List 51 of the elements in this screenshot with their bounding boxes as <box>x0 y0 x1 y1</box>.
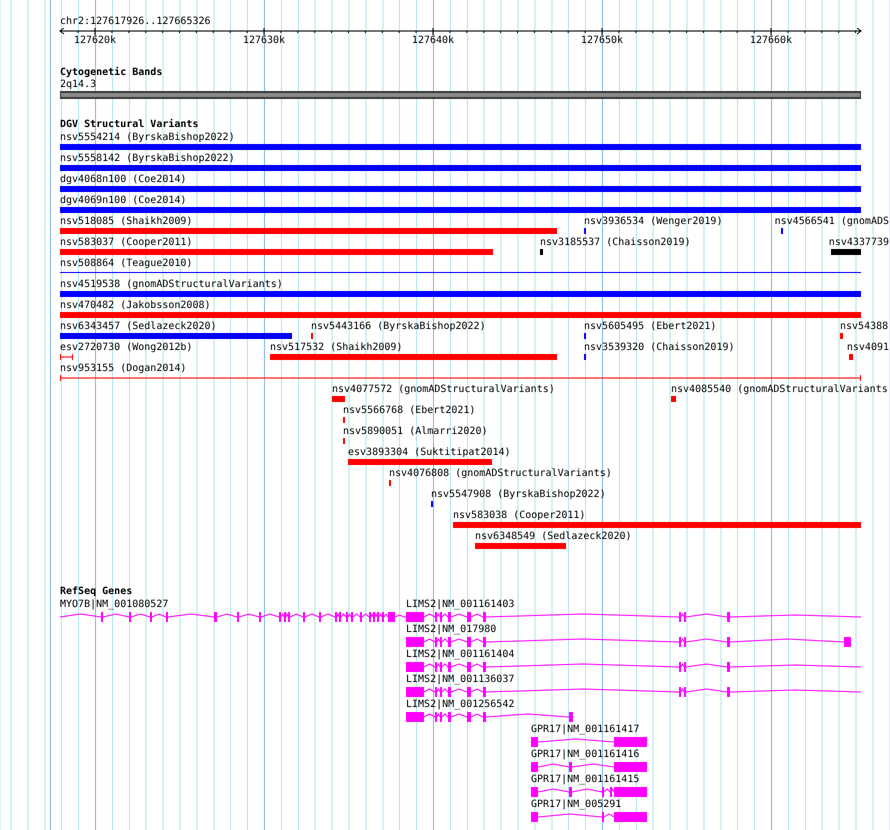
transcript-label: LIMS2|NM_001256542 <box>406 699 514 711</box>
variant-label: nsv4337739 <box>828 237 890 249</box>
variant-label: nsv4085540 (gnomADStructuralVariants <box>671 384 888 396</box>
variant-label: nsv5890051 (Almarri2020) <box>343 426 488 438</box>
variant-label: nsv508864 (Teague2010) <box>60 258 192 270</box>
location-label: chr2:127617926..127665326 <box>60 16 211 28</box>
variant-label: nsv5605495 (Ebert2021) <box>584 321 716 333</box>
transcript-label: LIMS2|NM_001161404 <box>406 649 514 661</box>
variant-label: nsv5547908 (ByrskaBishop2022) <box>431 489 606 501</box>
variant-label: nsv3936534 (Wenger2019) <box>584 216 722 228</box>
variant-label: nsv5558142 (ByrskaBishop2022) <box>60 153 235 165</box>
tick-label: 127660k <box>750 35 792 47</box>
transcript-label: GPR17|NM_001161415 <box>531 774 640 786</box>
variant-label: dgv4069n100 (Coe2014) <box>60 195 186 207</box>
variant-label: nsv5443166 (ByrskaBishop2022) <box>311 321 486 333</box>
variant-label: nsv583038 (Cooper2011) <box>453 510 586 522</box>
variant-label: nsv5566768 (Ebert2021) <box>343 405 476 417</box>
variant-label: nsv4566541 (gnomADS <box>774 216 889 228</box>
track-title: DGV Structural Variants <box>60 119 198 131</box>
variant-label: nsv470482 (Jakobsson2008) <box>60 300 211 312</box>
transcript-label: MYO7B|NM_001080527 <box>60 599 168 611</box>
transcript-label: GPR17|NM_001161416 <box>531 749 640 761</box>
variant-label: nsv4077572 (gnomADStructuralVariants) <box>332 384 555 396</box>
tick-label: 127640k <box>412 35 454 47</box>
variant-label: nsv953155 (Dogan2014) <box>60 363 186 375</box>
cytoband-label: 2q14.3 <box>60 79 96 91</box>
transcript-label: GPR17|NM_001161417 <box>531 724 640 736</box>
tick-label: 127620k <box>74 35 116 47</box>
variant-label: nsv3539320 (Chaisson2019) <box>584 342 735 354</box>
variant-label: nsv518085 (Shaikh2009) <box>60 216 192 228</box>
variant-label: nsv6343457 (Sedlazeck2020) <box>60 321 217 333</box>
track-title: Cytogenetic Bands <box>60 67 162 79</box>
track-title: RefSeq Genes <box>60 586 132 598</box>
variant-label: nsv4519538 (gnomADStructuralVariants) <box>60 279 283 291</box>
transcript-label: LIMS2|NM_017980 <box>406 624 496 636</box>
variant-label: nsv5554214 (ByrskaBishop2022) <box>60 132 235 144</box>
variant-label: nsv517532 (Shaikh2009) <box>270 342 402 354</box>
variant-label: nsv583037 (Cooper2011) <box>60 237 192 249</box>
transcript-label: LIMS2|NM_001136037 <box>406 674 514 686</box>
variant-label: nsv54388 <box>840 321 888 333</box>
variant-label: esv2720730 (Wong2012b) <box>60 342 192 354</box>
variant-label: nsv4091 <box>846 342 890 354</box>
variant-label: dgv4068n100 (Coe2014) <box>60 174 186 186</box>
tick-label: 127650k <box>580 35 624 47</box>
variant-label: nsv4076808 (gnomADStructuralVariants) <box>389 468 612 480</box>
variant-label: esv3893304 (Suktitipat2014) <box>348 447 511 459</box>
transcript-label: LIMS2|NM_001161403 <box>406 599 514 611</box>
variant-label: nsv3185537 (Chaisson2019) <box>540 237 691 249</box>
variant-label: nsv6348549 (Sedlazeck2020) <box>475 531 632 543</box>
transcript-label: GPR17|NM_005291 <box>531 799 622 811</box>
tick-label: 127630k <box>242 35 286 47</box>
